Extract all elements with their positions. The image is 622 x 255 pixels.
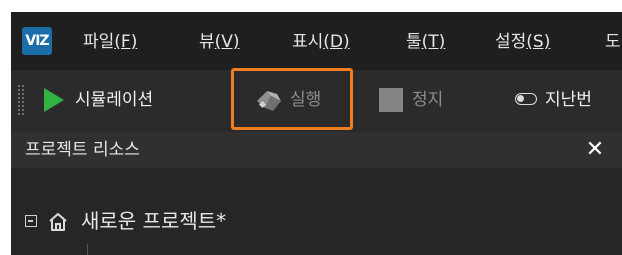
tree-root-project[interactable]: 새로운 프로젝트* <box>81 208 226 234</box>
menu-file[interactable]: 파일(F) <box>83 30 137 54</box>
stop-button[interactable]: 정지 <box>379 82 469 118</box>
menu-settings[interactable]: 설정(S) <box>495 30 550 54</box>
menu-display[interactable]: 표시(D) <box>292 30 350 54</box>
robot-arm-icon <box>257 91 281 111</box>
simulation-label: 시뮬레이션 <box>75 90 154 110</box>
menu-view[interactable]: 뷰(V) <box>199 30 240 54</box>
collapse-icon[interactable] <box>25 215 37 227</box>
tree-connector-line <box>87 244 88 255</box>
menu-view-mnemonic: (V) <box>214 32 240 52</box>
stop-icon <box>379 88 403 112</box>
menu-tools[interactable]: 툴(T) <box>406 30 445 54</box>
menu-file-mnemonic: (F) <box>114 32 138 52</box>
run-button[interactable]: 실행 <box>255 82 355 118</box>
toggle-icon <box>515 93 537 105</box>
project-resources-panel-header: 프로젝트 리소스 ✕ <box>11 132 622 168</box>
menu-view-label: 뷰 <box>199 32 215 52</box>
simulation-button[interactable]: 시뮬레이션 <box>44 82 204 118</box>
close-icon[interactable]: ✕ <box>582 137 608 163</box>
menu-help[interactable]: 도 <box>605 30 621 54</box>
menubar: VIZ 파일(F) 뷰(V) 표시(D) 툴(T) 설정(S) 도 <box>11 12 622 70</box>
toolbar: 시뮬레이션 실행 정지 지난번 <box>11 70 622 132</box>
menu-settings-label: 설정 <box>495 32 527 52</box>
stop-label: 정지 <box>412 90 444 110</box>
project-tree: 새로운 프로젝트* <box>11 168 622 255</box>
app-logo: VIZ <box>22 27 52 55</box>
menu-tools-label: 툴 <box>406 32 422 52</box>
menu-display-label: 표시 <box>292 32 324 52</box>
menu-file-label: 파일 <box>83 32 115 52</box>
previous-label: 지난번 <box>545 90 592 110</box>
toolbar-grip-handle[interactable] <box>17 84 24 116</box>
menu-display-mnemonic: (D) <box>323 32 350 52</box>
previous-button[interactable]: 지난번 <box>515 82 622 118</box>
menu-settings-mnemonic: (S) <box>526 32 551 52</box>
home-icon <box>49 213 67 231</box>
menu-help-label: 도 <box>605 32 621 52</box>
panel-title: 프로젝트 리소스 <box>25 140 140 160</box>
play-icon <box>44 88 64 112</box>
app-window: VIZ 파일(F) 뷰(V) 표시(D) 툴(T) 설정(S) 도 시뮬레이션 <box>11 12 622 255</box>
run-label: 실행 <box>290 90 322 110</box>
menu-tools-mnemonic: (T) <box>421 32 446 52</box>
